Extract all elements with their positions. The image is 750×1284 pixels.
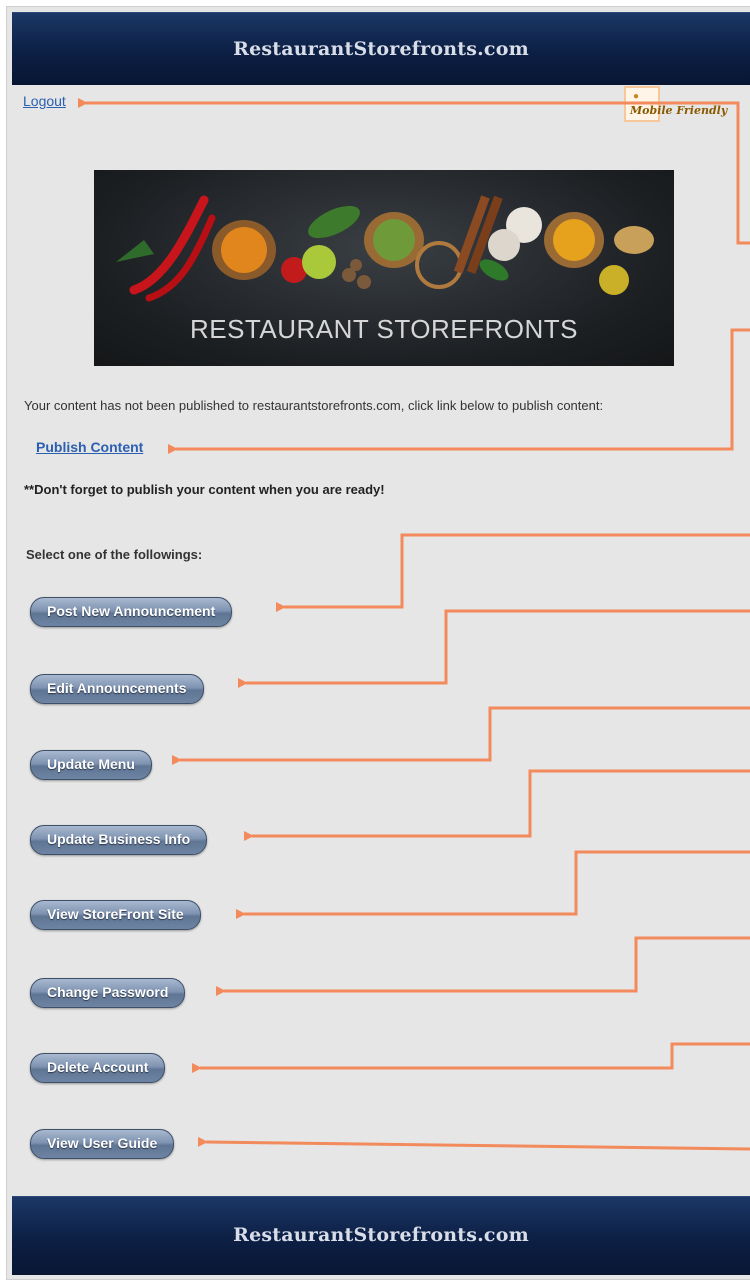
- publish-notice: Your content has not been published to r…: [24, 398, 604, 413]
- delete-account-button[interactable]: Delete Account: [30, 1053, 166, 1083]
- footer-title: RestaurantStorefronts.com: [233, 1224, 529, 1246]
- select-prompt: Select one of the followings:: [26, 547, 203, 562]
- view-user-guide-button[interactable]: View User Guide: [30, 1129, 175, 1159]
- update-menu-button[interactable]: Update Menu: [30, 750, 152, 780]
- change-password-button[interactable]: Change Password: [30, 978, 186, 1008]
- view-storefront-site-button[interactable]: View StoreFront Site: [30, 900, 201, 930]
- edit-announcements-button[interactable]: Edit Announcements: [30, 674, 204, 704]
- post-new-announcement-button[interactable]: Post New Announcement: [30, 597, 233, 627]
- mobile-friendly-badge: ● Mobile Friendly: [624, 86, 727, 122]
- publish-reminder: **Don't forget to publish your content w…: [24, 482, 385, 497]
- logout-link[interactable]: Logout: [23, 93, 66, 109]
- header-bar: RestaurantStorefronts.com: [12, 12, 750, 85]
- badge-dot-icon: ●: [633, 91, 640, 102]
- banner-title: RESTAURANT STOREFRONTS: [189, 314, 579, 344]
- update-business-info-button[interactable]: Update Business Info: [30, 825, 208, 855]
- footer-bar: RestaurantStorefronts.com: [12, 1196, 750, 1275]
- publish-content-link[interactable]: Publish Content: [36, 439, 143, 455]
- header-title: RestaurantStorefronts.com: [233, 38, 529, 60]
- mobile-friendly-label: Mobile Friendly: [630, 104, 728, 117]
- banner-image: RESTAURANT STOREFRONTS: [94, 170, 674, 366]
